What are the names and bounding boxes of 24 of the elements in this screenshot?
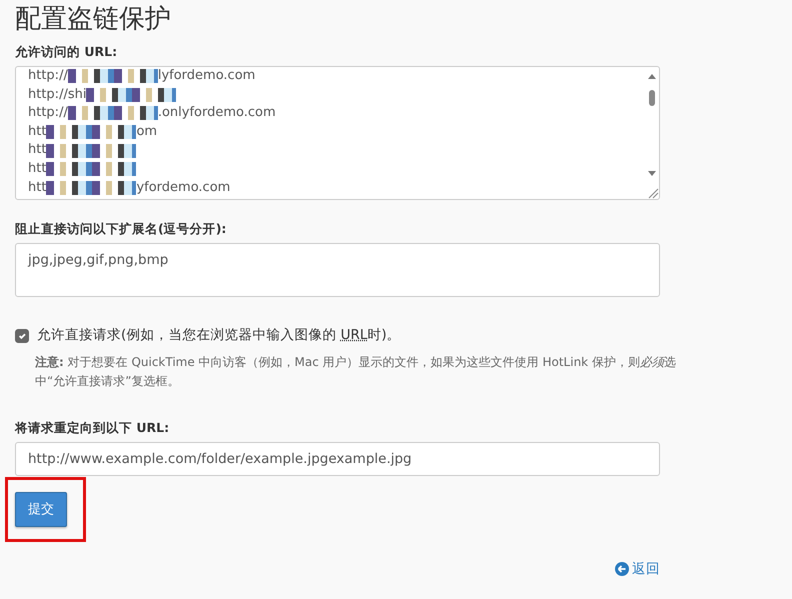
url-text: htt: [28, 122, 46, 141]
url-list-field[interactable]: http:// lyfordemo.com http://shi http:// .onlyfordemo.com htt om htt htt htt yfordemo.com: [15, 66, 660, 200]
back-arrow-icon: [615, 562, 629, 576]
url-text: om: [136, 122, 158, 141]
allow-direct-checkbox[interactable]: [15, 328, 29, 343]
url-text: .onlyfordemo.com: [158, 104, 276, 122]
checkbox-label: 允许直接请求(例如，当您在浏览器中输入图像的 URL时)。: [37, 326, 401, 345]
field-label: 允许访问的 URL:: [15, 43, 118, 62]
field-label: 将请求重定向到以下 URL:: [15, 418, 170, 437]
url-text: htt: [28, 178, 46, 196]
url-text: lyfordemo.com: [158, 66, 256, 85]
back-link[interactable]: 返回: [615, 559, 660, 580]
url-text: http://shi: [28, 86, 86, 104]
redirect-url-field[interactable]: http://www.example.com/folder/example.jpgexample.jpg: [15, 442, 660, 476]
help-note: 注意: 对于想要在 QuickTime 中向访客（例如，Mac 用户）显示的文件，如果为这些文件使用 HotLink 保护，则必须选中“允许直接请求”复选框。: [35, 354, 677, 390]
url-text: htt: [28, 160, 46, 178]
page-title: 配置盗链保护: [15, 4, 172, 36]
url-text: http://: [28, 104, 68, 122]
field-label: 阻止直接访问以下扩展名(逗号分开):: [15, 220, 228, 238]
extensions-field[interactable]: jpg,jpeg,gif,png,bmp: [15, 242, 660, 297]
url-text: yfordemo.com: [136, 178, 230, 196]
submit-button[interactable]: 提交: [15, 492, 67, 528]
url-text: htt: [28, 141, 46, 160]
url-text: http://: [28, 66, 68, 85]
